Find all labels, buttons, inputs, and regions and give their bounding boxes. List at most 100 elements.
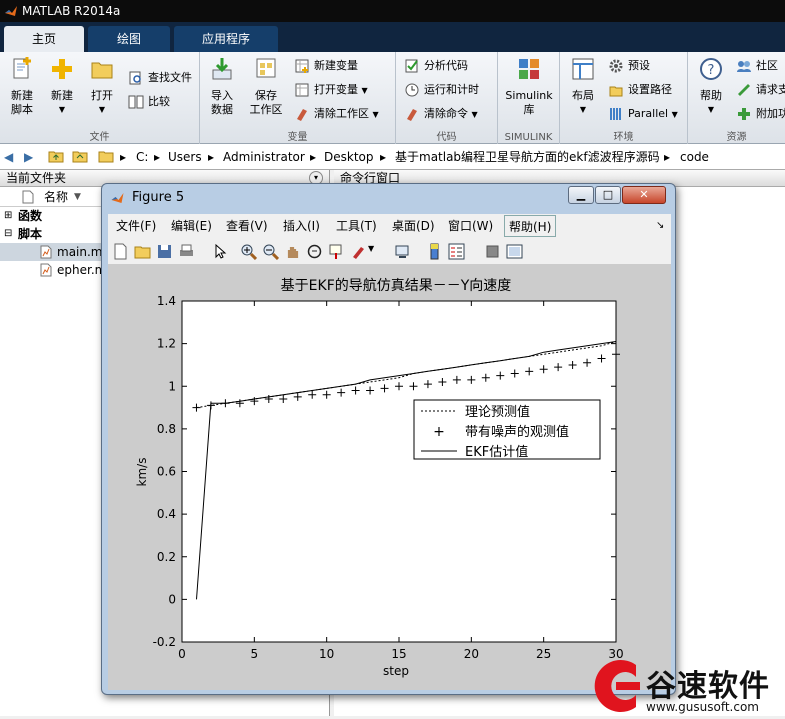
site-watermark: 谷速软件 www.gususoft.com <box>586 655 785 716</box>
dock-arrow-icon[interactable]: ↘ <box>656 214 664 238</box>
save-workspace-button[interactable]: 保存 工作区 <box>246 56 286 117</box>
compare-button[interactable]: 比较 <box>128 92 170 112</box>
expand-icon[interactable]: ⊞ <box>4 207 12 225</box>
clear-workspace-button[interactable]: 清除工作区 ▼ <box>294 104 379 124</box>
set-path-button[interactable]: 设置路径 <box>608 80 672 100</box>
new-button[interactable]: 新建 ▼ <box>44 56 80 117</box>
open-variable-button[interactable]: 打开变量 ▼ <box>294 80 368 100</box>
y-tick-label: -0.2 <box>153 635 176 649</box>
m-file-icon <box>40 245 52 259</box>
preferences-button[interactable]: 预设 <box>608 56 650 76</box>
rotate-icon[interactable] <box>306 243 323 260</box>
path-separator-icon[interactable]: ▸ <box>310 144 316 170</box>
new-script-button[interactable]: 新建 脚本 <box>4 56 40 117</box>
path-segment[interactable]: C: <box>136 144 148 170</box>
path-separator-icon[interactable]: ▸ <box>120 144 126 170</box>
pan-icon[interactable] <box>284 243 301 260</box>
tab-plots[interactable]: 绘图 <box>88 26 170 52</box>
collapse-icon[interactable]: ⊟ <box>4 225 12 243</box>
help-button[interactable]: ? 帮助 ▼ <box>692 56 730 117</box>
path-folder-icon <box>98 144 114 170</box>
figure-titlebar[interactable]: Figure 5 <box>110 188 184 208</box>
path-separator-icon[interactable]: ▸ <box>208 144 214 170</box>
path-separator-icon[interactable]: ▸ <box>380 144 386 170</box>
layout-button[interactable]: 布局 ▼ <box>564 56 602 117</box>
compare-icon <box>128 95 144 109</box>
new-figure-icon[interactable] <box>112 243 129 260</box>
hide-plot-tools-icon[interactable] <box>484 243 501 260</box>
y-tick-label: 0.4 <box>157 507 176 521</box>
close-button[interactable]: ✕ <box>622 186 666 204</box>
print-icon[interactable] <box>178 243 195 260</box>
gear-icon <box>609 59 623 73</box>
path-separator-icon[interactable]: ▸ <box>154 144 160 170</box>
chevron-down-icon: ▼ <box>579 105 587 114</box>
path-segment[interactable]: Administrator <box>223 144 305 170</box>
data-cursor-icon[interactable] <box>328 243 345 260</box>
simulink-library-button[interactable]: Simulink 库 <box>502 56 556 117</box>
colorbar-icon[interactable] <box>426 243 443 260</box>
menu-window[interactable]: 窗口(W) <box>448 214 493 238</box>
save-icon[interactable] <box>156 243 173 260</box>
folder-icon <box>91 62 113 79</box>
window-title: MATLAB R2014a <box>22 4 121 18</box>
menu-tools[interactable]: 工具(T) <box>336 214 377 238</box>
up-folder-icon[interactable] <box>48 144 64 170</box>
analyze-code-button[interactable]: 分析代码 <box>404 56 468 76</box>
request-support-button[interactable]: 请求支 <box>736 80 785 100</box>
parallel-button[interactable]: Parallel ▼ <box>608 104 678 124</box>
back-arrow-icon[interactable]: ◀ <box>4 144 13 170</box>
tab-apps[interactable]: 应用程序 <box>174 26 278 52</box>
menu-desktop[interactable]: 桌面(D) <box>392 214 435 238</box>
link-icon[interactable] <box>394 243 411 260</box>
open-icon[interactable] <box>134 243 151 260</box>
path-segment[interactable]: Users <box>168 144 202 170</box>
sort-down-icon[interactable]: ▼ <box>74 187 81 207</box>
watermark-url: www.gususoft.com <box>646 700 759 714</box>
chart-legend[interactable]: 理论预测值 + 带有噪声的观测值 EKF估计值 <box>413 399 601 460</box>
import-data-button[interactable]: 导入 数据 <box>204 56 240 117</box>
clear-commands-icon <box>407 109 417 121</box>
show-plot-tools-icon[interactable] <box>506 243 523 260</box>
chevron-down-icon[interactable]: ▼ <box>368 244 374 253</box>
open-button[interactable]: 打开 ▼ <box>84 56 120 117</box>
zoom-out-icon[interactable] <box>262 243 279 260</box>
maximize-button[interactable]: □ <box>595 186 621 204</box>
add-ons-button[interactable]: 附加功 <box>736 104 785 124</box>
plot-axes[interactable] <box>181 300 617 643</box>
x-tick-label: 25 <box>536 647 551 661</box>
menu-edit[interactable]: 编辑(E) <box>171 214 212 238</box>
minimize-button[interactable]: ▁ <box>568 186 594 204</box>
pointer-icon[interactable] <box>212 243 229 260</box>
tab-home[interactable]: 主页 <box>4 26 84 52</box>
group-label-simulink: SIMULINK <box>504 132 553 143</box>
community-button[interactable]: 社区 <box>736 56 778 76</box>
support-icon <box>738 84 750 96</box>
chevron-down-icon: ▼ <box>471 110 478 119</box>
menu-insert[interactable]: 插入(I) <box>283 214 320 238</box>
chevron-down-icon: ▼ <box>372 110 379 119</box>
menu-view[interactable]: 查看(V) <box>226 214 268 238</box>
new-script-icon <box>13 57 31 79</box>
menu-help[interactable]: 帮助(H) <box>504 215 557 237</box>
group-resources: ? 帮助 ▼ 社区 请求支 附加功 资源 <box>688 52 785 144</box>
find-files-button[interactable]: 查找文件 <box>128 68 192 88</box>
clear-commands-button[interactable]: 清除命令 ▼ <box>404 104 478 124</box>
legend-icon[interactable] <box>448 243 465 260</box>
path-segment[interactable]: 基于matlab编程卫星导航方面的ekf滤波程序源码 <box>395 144 660 170</box>
menu-file[interactable]: 文件(F) <box>116 214 156 238</box>
zoom-in-icon[interactable] <box>240 243 257 260</box>
group-label-code: 代码 <box>436 132 457 143</box>
x-tick-label: 15 <box>391 647 406 661</box>
chart-title: 基于EKF的导航仿真结果－－Y向速度 <box>281 277 512 294</box>
run-and-time-button[interactable]: 运行和计时 <box>404 80 479 100</box>
path-separator-icon[interactable]: ▸ <box>664 144 670 170</box>
new-variable-button[interactable]: 新建变量 <box>294 56 358 76</box>
brush-icon[interactable] <box>350 243 367 260</box>
help-icon: ? <box>700 58 722 80</box>
browse-folder-icon[interactable] <box>72 144 88 170</box>
chevron-down-icon: ▼ <box>671 110 678 119</box>
path-segment[interactable]: Desktop <box>324 144 374 170</box>
path-segment[interactable]: code <box>680 144 709 170</box>
forward-arrow-icon[interactable]: ▶ <box>24 144 33 170</box>
